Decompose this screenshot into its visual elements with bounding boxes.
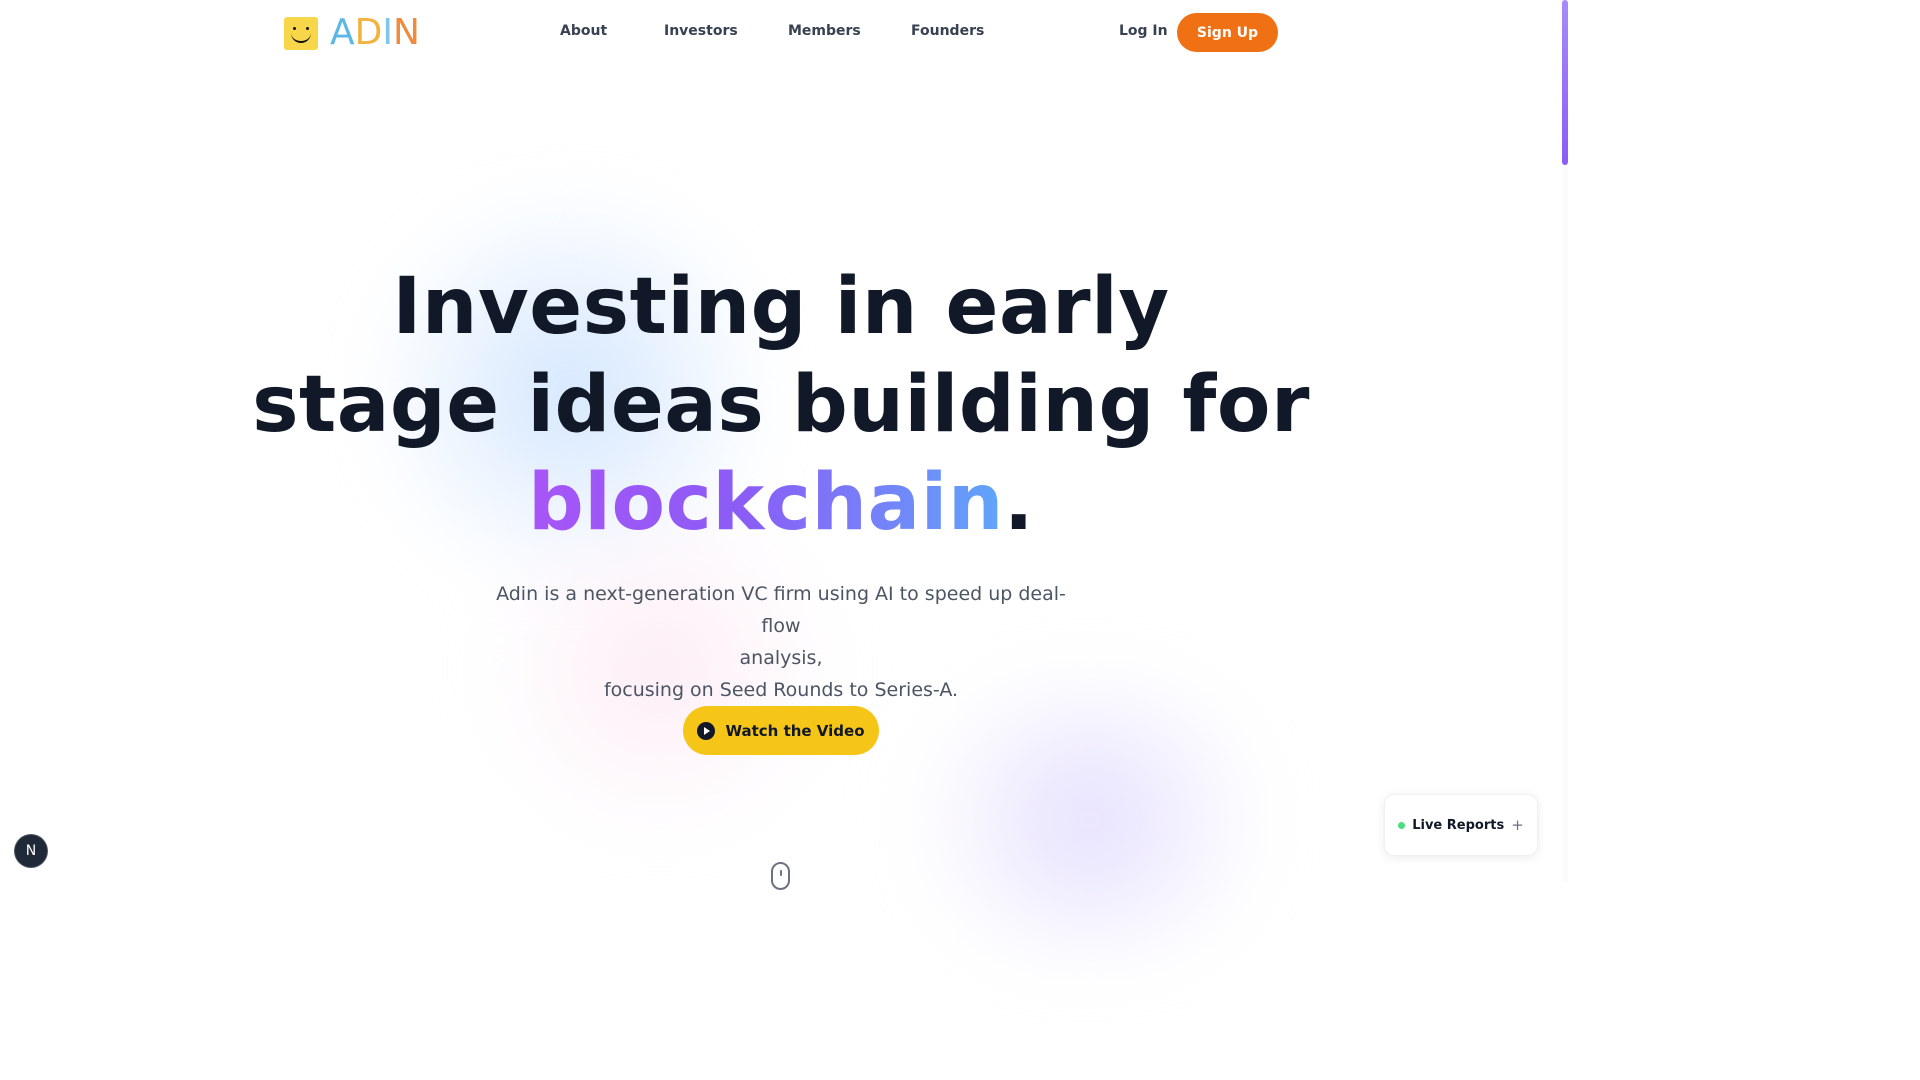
scroll-mouse-icon[interactable] xyxy=(771,862,790,890)
live-reports-widget[interactable]: Live Reports + xyxy=(1384,794,1538,856)
logo-letter: A xyxy=(330,12,355,53)
hero-subtitle-line-3: focusing on Seed Rounds to Series-A. xyxy=(603,679,959,701)
nextjs-dev-badge-icon[interactable]: N xyxy=(15,835,47,867)
watch-video-label: Watch the Video xyxy=(725,721,865,740)
play-icon xyxy=(697,721,716,740)
watch-video-button[interactable]: Watch the Video xyxy=(683,706,879,755)
live-reports-label: Live Reports xyxy=(1412,817,1505,833)
background-blob-violet xyxy=(880,690,1300,950)
hero-highlight-word: blockchain xyxy=(527,458,1004,548)
scrollbar-thumb[interactable] xyxy=(1562,0,1568,165)
hero-subtitle: Adin is a next-generation VC firm using … xyxy=(481,578,1081,706)
scrollbar-track[interactable] xyxy=(1562,0,1568,882)
plus-icon: + xyxy=(1511,815,1524,834)
hero-heading: Investing in early stage ideas building … xyxy=(0,258,1562,552)
nav-link-founders[interactable]: Founders xyxy=(911,23,984,39)
hero-heading-line-1: Investing in early xyxy=(392,262,1170,352)
logo-letter: D xyxy=(354,12,383,53)
live-status-dot-icon xyxy=(1398,821,1406,829)
smiley-face-icon xyxy=(284,16,318,50)
nav-link-investors[interactable]: Investors xyxy=(664,23,738,39)
hero-subtitle-line-2: analysis, xyxy=(739,647,823,669)
login-link[interactable]: Log In xyxy=(1119,23,1168,39)
logo-letter: N xyxy=(393,12,420,53)
hero-heading-line-2: stage ideas building for xyxy=(252,360,1310,450)
hero-subtitle-line-1: Adin is a next-generation VC firm using … xyxy=(496,583,1066,637)
hero-heading-line-3: blockchain. xyxy=(0,454,1562,552)
nav-link-members[interactable]: Members xyxy=(788,23,861,39)
nav-link-about[interactable]: About xyxy=(560,23,607,39)
signup-button[interactable]: Sign Up xyxy=(1177,13,1278,52)
logo-letter: I xyxy=(382,12,393,53)
logo-wordmark: ADIN xyxy=(330,15,420,51)
logo[interactable]: ADIN xyxy=(284,15,420,51)
hero-period: . xyxy=(1003,458,1035,548)
